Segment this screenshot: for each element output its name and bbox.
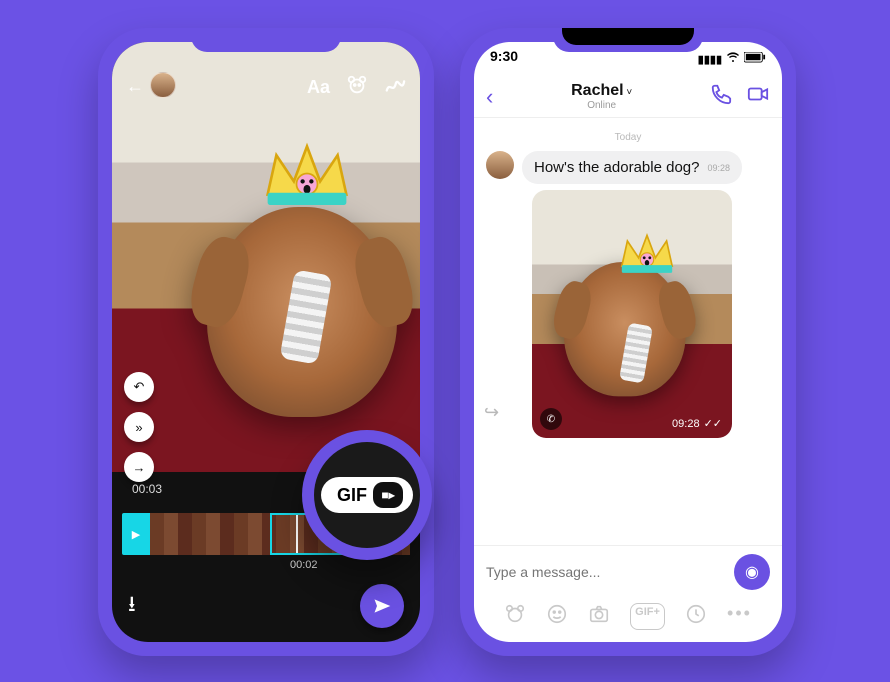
share-arrow-icon[interactable]: ↪ [484, 402, 499, 423]
image-message[interactable]: ✆ 09:28 ✓✓ [532, 190, 732, 438]
sender-avatar[interactable] [486, 151, 514, 179]
scribble-icon[interactable] [384, 74, 406, 101]
editor-canvas[interactable] [112, 42, 420, 472]
crown-sticker [618, 233, 676, 278]
smiley-outline-icon[interactable] [546, 603, 568, 630]
chat-subtitle: Online [493, 100, 710, 111]
chat-title[interactable]: Rachel [571, 82, 623, 99]
notch [191, 28, 341, 52]
gif-label: GIF [337, 485, 367, 506]
notch [553, 28, 703, 52]
message-input[interactable] [486, 564, 726, 580]
next-button[interactable]: → [124, 452, 154, 482]
wifi-icon [726, 52, 740, 67]
gif-video-toggle-zoom[interactable]: GIF ■▸ [321, 477, 413, 513]
text-tool-button[interactable]: Aa [307, 77, 330, 98]
back-arrow-icon[interactable]: ← [126, 76, 144, 97]
download-button[interactable]: ⭳ [128, 587, 136, 625]
user-avatar[interactable] [150, 72, 176, 98]
undo-button[interactable]: ↶ [124, 372, 154, 402]
message-text: How's the adorable dog? [534, 159, 699, 176]
battery-icon [744, 52, 766, 66]
phone-icon[interactable] [710, 83, 732, 111]
gif-plus-button[interactable]: GIF+ [630, 603, 665, 630]
message-bubble[interactable]: How's the adorable dog? 09:28 [522, 151, 742, 184]
day-separator: Today [486, 132, 770, 143]
video-camera-icon: ■▸ [373, 482, 403, 508]
chevron-left-icon[interactable]: ‹ [486, 84, 493, 110]
composer-toolbar: GIF+ ••• [474, 603, 782, 630]
video-camera-icon[interactable] [746, 83, 770, 111]
video-duration: 00:03 [132, 482, 162, 496]
send-button[interactable] [360, 584, 404, 628]
voice-message-button[interactable]: ◉ [734, 554, 770, 590]
phone-chat: 9:30 ▮▮▮▮ ‹ Rachel ˅ Online [460, 28, 796, 656]
bear-outline-icon[interactable] [504, 603, 526, 630]
chat-header: ‹ Rachel ˅ Online [474, 76, 782, 118]
camera-outline-icon[interactable] [588, 603, 610, 630]
status-time: 9:30 [490, 48, 518, 70]
clock-icon[interactable] [685, 603, 707, 630]
message-time: 09:28 [707, 163, 730, 173]
timeline-play-button[interactable]: ▶ [122, 513, 150, 555]
bear-icon[interactable] [346, 74, 368, 101]
phone-editor: ← Aa ↶ » → 00:03 GIF ■▸ ▶ [98, 28, 434, 656]
cellular-signal-icon: ▮▮▮▮ [698, 53, 722, 66]
more-dots-icon[interactable]: ••• [727, 603, 752, 630]
crown-sticker[interactable] [262, 142, 352, 212]
clip-duration: 00:02 [290, 559, 318, 571]
image-time: 09:28 [672, 418, 700, 430]
skip-forward-button[interactable]: » [124, 412, 154, 442]
viber-badge-icon: ✆ [540, 408, 562, 430]
magnifier-callout: GIF ■▸ [302, 430, 432, 560]
message-composer: ◉ [474, 545, 782, 598]
double-check-icon: ✓✓ [704, 417, 722, 430]
message-row: How's the adorable dog? 09:28 [486, 151, 770, 184]
chat-body[interactable]: Today How's the adorable dog? 09:28 ↪ ✆ [474, 122, 782, 556]
chevron-down-icon[interactable]: ˅ [624, 87, 633, 98]
